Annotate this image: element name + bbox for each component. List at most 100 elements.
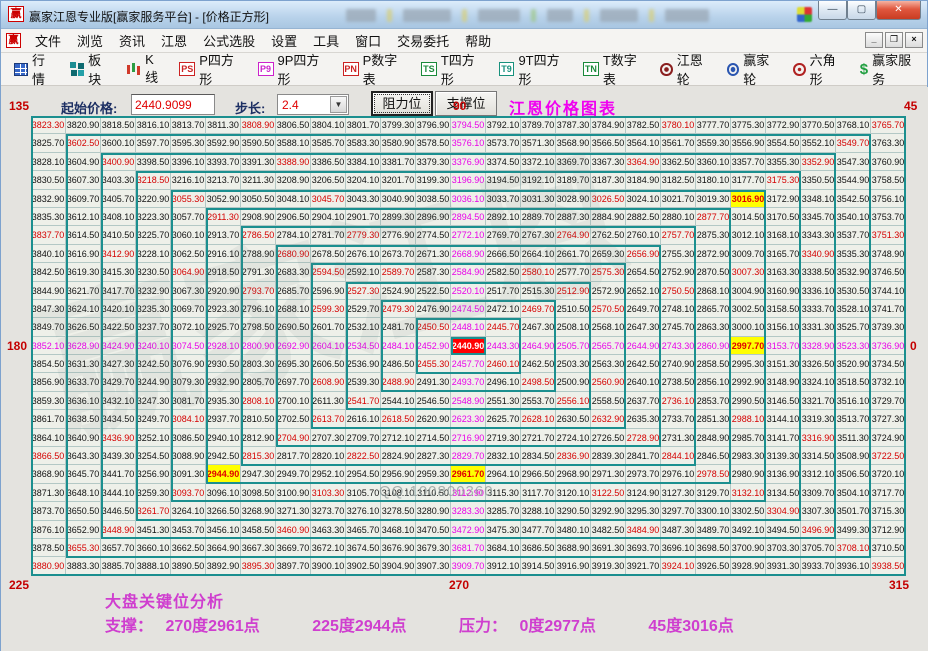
gann-cell[interactable]: 3331.30 <box>801 318 836 336</box>
gann-cell[interactable]: 2702.50 <box>276 410 311 428</box>
gann-cell[interactable]: 2664.10 <box>521 245 556 263</box>
gann-cell[interactable]: 3679.30 <box>416 539 451 557</box>
gann-cell[interactable]: 2440.90 <box>451 337 486 355</box>
gann-cell[interactable]: 2918.50 <box>206 263 241 281</box>
gann-cell[interactable]: 2582.50 <box>486 263 521 281</box>
gann-cell[interactable]: 3703.30 <box>766 539 801 557</box>
gann-cell[interactable]: 3909.70 <box>451 557 486 575</box>
gann-cell[interactable]: 2695.30 <box>276 355 311 373</box>
gann-cell[interactable]: 3775.30 <box>731 116 766 134</box>
gann-cell[interactable]: 2690.50 <box>276 318 311 336</box>
gann-cell[interactable]: 3158.50 <box>766 300 801 318</box>
menu-formula-stock-pick[interactable]: 公式选股 <box>195 28 263 53</box>
gann-cell[interactable]: 3926.50 <box>696 557 731 575</box>
gann-cell[interactable]: 3400.90 <box>101 153 136 171</box>
gann-cell[interactable]: 2868.10 <box>696 282 731 300</box>
gann-cell[interactable]: 3374.50 <box>486 153 521 171</box>
gann-cell[interactable]: 3355.30 <box>766 153 801 171</box>
gann-cell[interactable]: 3912.10 <box>486 557 521 575</box>
resistance-button[interactable]: 阻力位 <box>371 91 433 116</box>
step-dropdown[interactable]: 2.4 ▼ <box>277 94 349 115</box>
gann-cell[interactable]: 2841.70 <box>626 447 661 465</box>
gann-cell[interactable]: 2863.30 <box>696 318 731 336</box>
gann-cell[interactable]: 3475.30 <box>486 521 521 539</box>
gann-cell[interactable]: 2628.10 <box>521 410 556 428</box>
gann-cell[interactable]: 2649.70 <box>626 300 661 318</box>
gann-cell[interactable]: 3566.50 <box>591 134 626 152</box>
gann-cell[interactable]: 2748.10 <box>661 300 696 318</box>
gann-cell[interactable]: 3163.30 <box>766 263 801 281</box>
gann-cell[interactable]: 3880.90 <box>31 557 66 575</box>
gann-cell[interactable]: 3710.50 <box>871 539 906 557</box>
gann-cell[interactable]: 3487.30 <box>661 521 696 539</box>
gann-cell[interactable]: 3849.70 <box>31 318 66 336</box>
gann-cell[interactable]: 3412.90 <box>101 245 136 263</box>
gann-cell[interactable]: 3576.10 <box>451 134 486 152</box>
gann-cell[interactable]: 3129.70 <box>696 484 731 502</box>
gann-cell[interactable]: 3621.70 <box>66 282 101 300</box>
gann-cell[interactable]: 2901.70 <box>346 208 381 226</box>
gann-cell[interactable]: 2882.50 <box>626 208 661 226</box>
gann-cell[interactable]: 3722.50 <box>871 447 906 465</box>
gann-cell[interactable]: 2481.70 <box>381 318 416 336</box>
gann-cell[interactable]: 2496.10 <box>486 373 521 391</box>
gann-cell[interactable]: 2503.30 <box>556 355 591 373</box>
gann-cell[interactable]: 3242.50 <box>136 355 171 373</box>
gann-cell[interactable]: 3148.90 <box>766 373 801 391</box>
gann-cell[interactable]: 2592.10 <box>346 263 381 281</box>
gann-cell[interactable]: 3230.50 <box>136 263 171 281</box>
gann-cell[interactable]: 2752.90 <box>661 263 696 281</box>
gann-cell[interactable]: 3309.70 <box>801 484 836 502</box>
gann-cell[interactable]: 3698.50 <box>696 539 731 557</box>
gann-cell[interactable]: 3376.90 <box>451 153 486 171</box>
gann-cell[interactable]: 2791.30 <box>241 263 276 281</box>
gann-cell[interactable]: 2448.10 <box>451 318 486 336</box>
gann-cell[interactable]: 2740.90 <box>661 355 696 373</box>
gann-cell[interactable]: 3717.70 <box>871 484 906 502</box>
gann-cell[interactable]: 2536.90 <box>346 355 381 373</box>
gann-cell[interactable]: 3801.70 <box>346 116 381 134</box>
gann-cell[interactable]: 2793.70 <box>241 282 276 300</box>
gann-cell[interactable]: 3081.70 <box>171 392 206 410</box>
gann-cell[interactable]: 3789.70 <box>521 116 556 134</box>
gann-cell[interactable]: 3748.90 <box>871 245 906 263</box>
gann-cell[interactable]: 2673.70 <box>381 245 416 263</box>
gann-cell[interactable]: 3076.90 <box>171 355 206 373</box>
gann-cell[interactable]: 2544.10 <box>381 392 416 410</box>
gann-cell[interactable]: 3559.30 <box>696 134 731 152</box>
gann-cell[interactable]: 3288.10 <box>521 502 556 520</box>
gann-cell[interactable]: 3595.30 <box>171 134 206 152</box>
gann-cell[interactable]: 3410.50 <box>101 226 136 244</box>
gann-cell[interactable]: 2534.50 <box>346 337 381 355</box>
gann-cell[interactable]: 2666.50 <box>486 245 521 263</box>
gann-cell[interactable]: 3276.10 <box>346 502 381 520</box>
gann-cell[interactable]: 3470.50 <box>416 521 451 539</box>
gann-cell[interactable]: 3177.70 <box>731 171 766 189</box>
gann-cell[interactable]: 2892.10 <box>486 208 521 226</box>
gann-cell[interactable]: 2570.50 <box>591 300 626 318</box>
gann-cell[interactable]: 3420.10 <box>101 300 136 318</box>
gann-cell[interactable]: 2940.10 <box>206 429 241 447</box>
gann-cell[interactable]: 2786.50 <box>241 226 276 244</box>
gann-cell[interactable]: 2599.30 <box>311 300 346 318</box>
gann-cell[interactable]: 3393.70 <box>206 153 241 171</box>
gann-cell[interactable]: 3124.90 <box>626 484 661 502</box>
gann-cell[interactable]: 3525.70 <box>836 318 871 336</box>
gann-cell[interactable]: 2697.70 <box>276 373 311 391</box>
gann-cell[interactable]: 3540.10 <box>836 208 871 226</box>
gann-cell[interactable]: 3187.30 <box>591 171 626 189</box>
gann-cell[interactable]: 3823.30 <box>31 116 66 134</box>
gann-cell[interactable]: 3458.50 <box>241 521 276 539</box>
gann-cell[interactable]: 3168.10 <box>766 226 801 244</box>
gann-cell[interactable]: 2721.70 <box>521 429 556 447</box>
gann-cell[interactable]: 2491.30 <box>416 373 451 391</box>
gann-cell[interactable]: 3729.70 <box>871 392 906 410</box>
gann-cell[interactable]: 3465.70 <box>346 521 381 539</box>
gann-cell[interactable]: 2515.30 <box>521 282 556 300</box>
gann-cell[interactable]: 3751.30 <box>871 226 906 244</box>
gann-cell[interactable]: 3914.50 <box>521 557 556 575</box>
gann-cell[interactable]: 2568.10 <box>591 318 626 336</box>
gann-cell[interactable]: 3072.10 <box>171 318 206 336</box>
gann-cell[interactable]: 3657.70 <box>101 539 136 557</box>
gann-cell[interactable]: 2594.50 <box>311 263 346 281</box>
